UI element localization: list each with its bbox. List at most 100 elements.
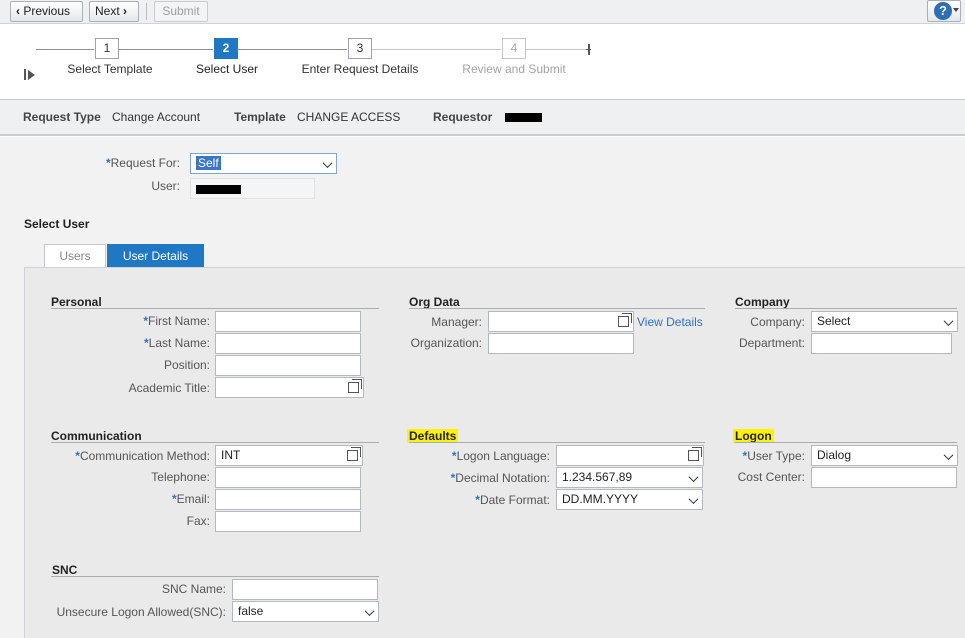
submit-button[interactable]: Submit: [154, 1, 208, 22]
template-label: Template: [234, 110, 286, 124]
chevron-down-icon: [688, 472, 699, 483]
request-for-label: *Request For:: [105, 156, 180, 170]
logon-title: Logon: [733, 429, 774, 443]
roadmap-start-icon: [24, 69, 26, 80]
chevron-down-icon: [943, 316, 954, 327]
previous-button[interactable]: ‹ Previous: [10, 1, 83, 22]
defaults-title: Defaults: [407, 429, 459, 443]
logon-language-label: *Logon Language:: [451, 449, 550, 463]
communication-method-input[interactable]: INT: [215, 445, 363, 466]
roadmap-step-1-label: Select Template: [67, 62, 153, 76]
decimal-notation-label: *Decimal Notation:: [450, 471, 550, 485]
company-label: Company:: [750, 315, 805, 329]
chevron-left-icon: ‹: [16, 4, 20, 18]
view-details-link[interactable]: View Details: [637, 315, 703, 329]
manager-input[interactable]: [488, 311, 634, 332]
academic-title-input[interactable]: [215, 377, 364, 398]
roadmap-step-3-label: Enter Request Details: [301, 62, 419, 76]
logon-language-input[interactable]: [556, 445, 704, 466]
user-label: User:: [151, 179, 180, 193]
roadmap: 1 2 3 4 Select Template Select User Ente…: [0, 25, 965, 99]
department-input[interactable]: [811, 333, 952, 354]
toolbar-divider: [146, 3, 147, 20]
personal-title: Personal: [51, 295, 102, 309]
decimal-notation-select[interactable]: 1.234.567,89: [556, 467, 703, 488]
template-value: CHANGE ACCESS: [297, 110, 401, 124]
chevron-right-icon: ›: [123, 4, 128, 18]
communication-title: Communication: [51, 429, 142, 443]
request-type-value: Change Account: [112, 110, 201, 124]
user-type-select[interactable]: Dialog: [811, 445, 958, 466]
unsecure-logon-select[interactable]: false: [232, 601, 379, 622]
first-name-label: *First Name:: [143, 314, 210, 328]
company-value: Select: [817, 314, 851, 328]
position-input[interactable]: [215, 355, 361, 376]
chevron-down-icon: [322, 158, 333, 169]
help-button[interactable]: ?: [927, 0, 961, 22]
communication-method-value: INT: [221, 448, 241, 462]
last-name-input[interactable]: [215, 333, 361, 354]
user-type-label: *User Type:: [742, 449, 805, 463]
chevron-down-icon: [943, 450, 954, 461]
user-field: [190, 178, 315, 199]
email-label: *Email:: [171, 492, 210, 506]
select-user-title: Select User: [24, 217, 90, 231]
unsecure-logon-value: false: [238, 604, 264, 618]
telephone-label: Telephone:: [151, 470, 210, 484]
value-help-icon[interactable]: [347, 447, 361, 461]
date-format-select[interactable]: DD.MM.YYYY: [556, 489, 703, 510]
chevron-down-icon: [364, 606, 375, 617]
user-redacted: [196, 185, 241, 194]
company-select[interactable]: Select: [811, 311, 958, 332]
position-label: Position:: [163, 358, 210, 372]
organization-label: Organization:: [410, 336, 482, 350]
request-type-label: Request Type: [23, 110, 101, 124]
next-button[interactable]: Next ›: [89, 1, 139, 22]
communication-method-label: *Communication Method:: [75, 449, 210, 463]
value-help-icon[interactable]: [348, 379, 362, 393]
first-name-input[interactable]: [215, 311, 361, 332]
manager-label: Manager:: [431, 315, 482, 329]
company-title: Company: [735, 295, 790, 309]
previous-label: Previous: [23, 4, 71, 18]
unsecure-logon-label: Unsecure Logon Allowed(SNC):: [56, 605, 226, 619]
telephone-input[interactable]: [215, 467, 361, 488]
date-format-value: DD.MM.YYYY: [562, 492, 639, 506]
roadmap-step-2-label: Select User: [195, 62, 259, 76]
request-info-bar: Request Type Change Account Template CHA…: [0, 99, 965, 136]
date-format-label: *Date Format:: [475, 493, 550, 507]
decimal-notation-value: 1.234.567,89: [562, 470, 633, 484]
org-data-title: Org Data: [409, 295, 460, 309]
value-help-icon[interactable]: [688, 447, 702, 461]
request-for-value: Self: [196, 156, 221, 170]
user-type-value: Dialog: [817, 448, 852, 462]
snc-title: SNC: [52, 563, 78, 577]
fax-label: Fax:: [186, 514, 210, 528]
help-icon: ?: [934, 2, 952, 20]
snc-name-label: SNC Name:: [161, 582, 226, 596]
requestor-label: Requestor: [433, 110, 493, 124]
caret-down-icon: [953, 8, 959, 12]
roadmap-step-1[interactable]: 1: [95, 38, 119, 59]
tab-users[interactable]: Users: [44, 244, 106, 268]
academic-title-label: Academic Title:: [128, 381, 210, 395]
fax-input[interactable]: [215, 511, 361, 532]
roadmap-step-4-label: Review and Submit: [462, 62, 566, 76]
requestor-redacted: [505, 113, 542, 122]
organization-input[interactable]: [488, 333, 634, 354]
roadmap-step-4[interactable]: 4: [502, 38, 526, 59]
email-input[interactable]: [215, 489, 361, 510]
request-for-select[interactable]: Self: [190, 153, 337, 174]
cost-center-label: Cost Center:: [737, 470, 805, 484]
department-label: Department:: [738, 336, 805, 350]
toolbar: ‹ Previous Next › Submit ?: [0, 0, 965, 24]
cost-center-input[interactable]: [811, 467, 957, 488]
roadmap-step-2[interactable]: 2: [214, 38, 238, 59]
roadmap-step-3[interactable]: 3: [348, 38, 372, 59]
chevron-down-icon: [688, 494, 699, 505]
last-name-label: *Last Name:: [143, 336, 210, 350]
tab-user-details[interactable]: User Details: [107, 244, 204, 268]
snc-name-input[interactable]: [232, 579, 378, 600]
value-help-icon[interactable]: [618, 313, 632, 327]
next-label: Next: [95, 4, 120, 18]
